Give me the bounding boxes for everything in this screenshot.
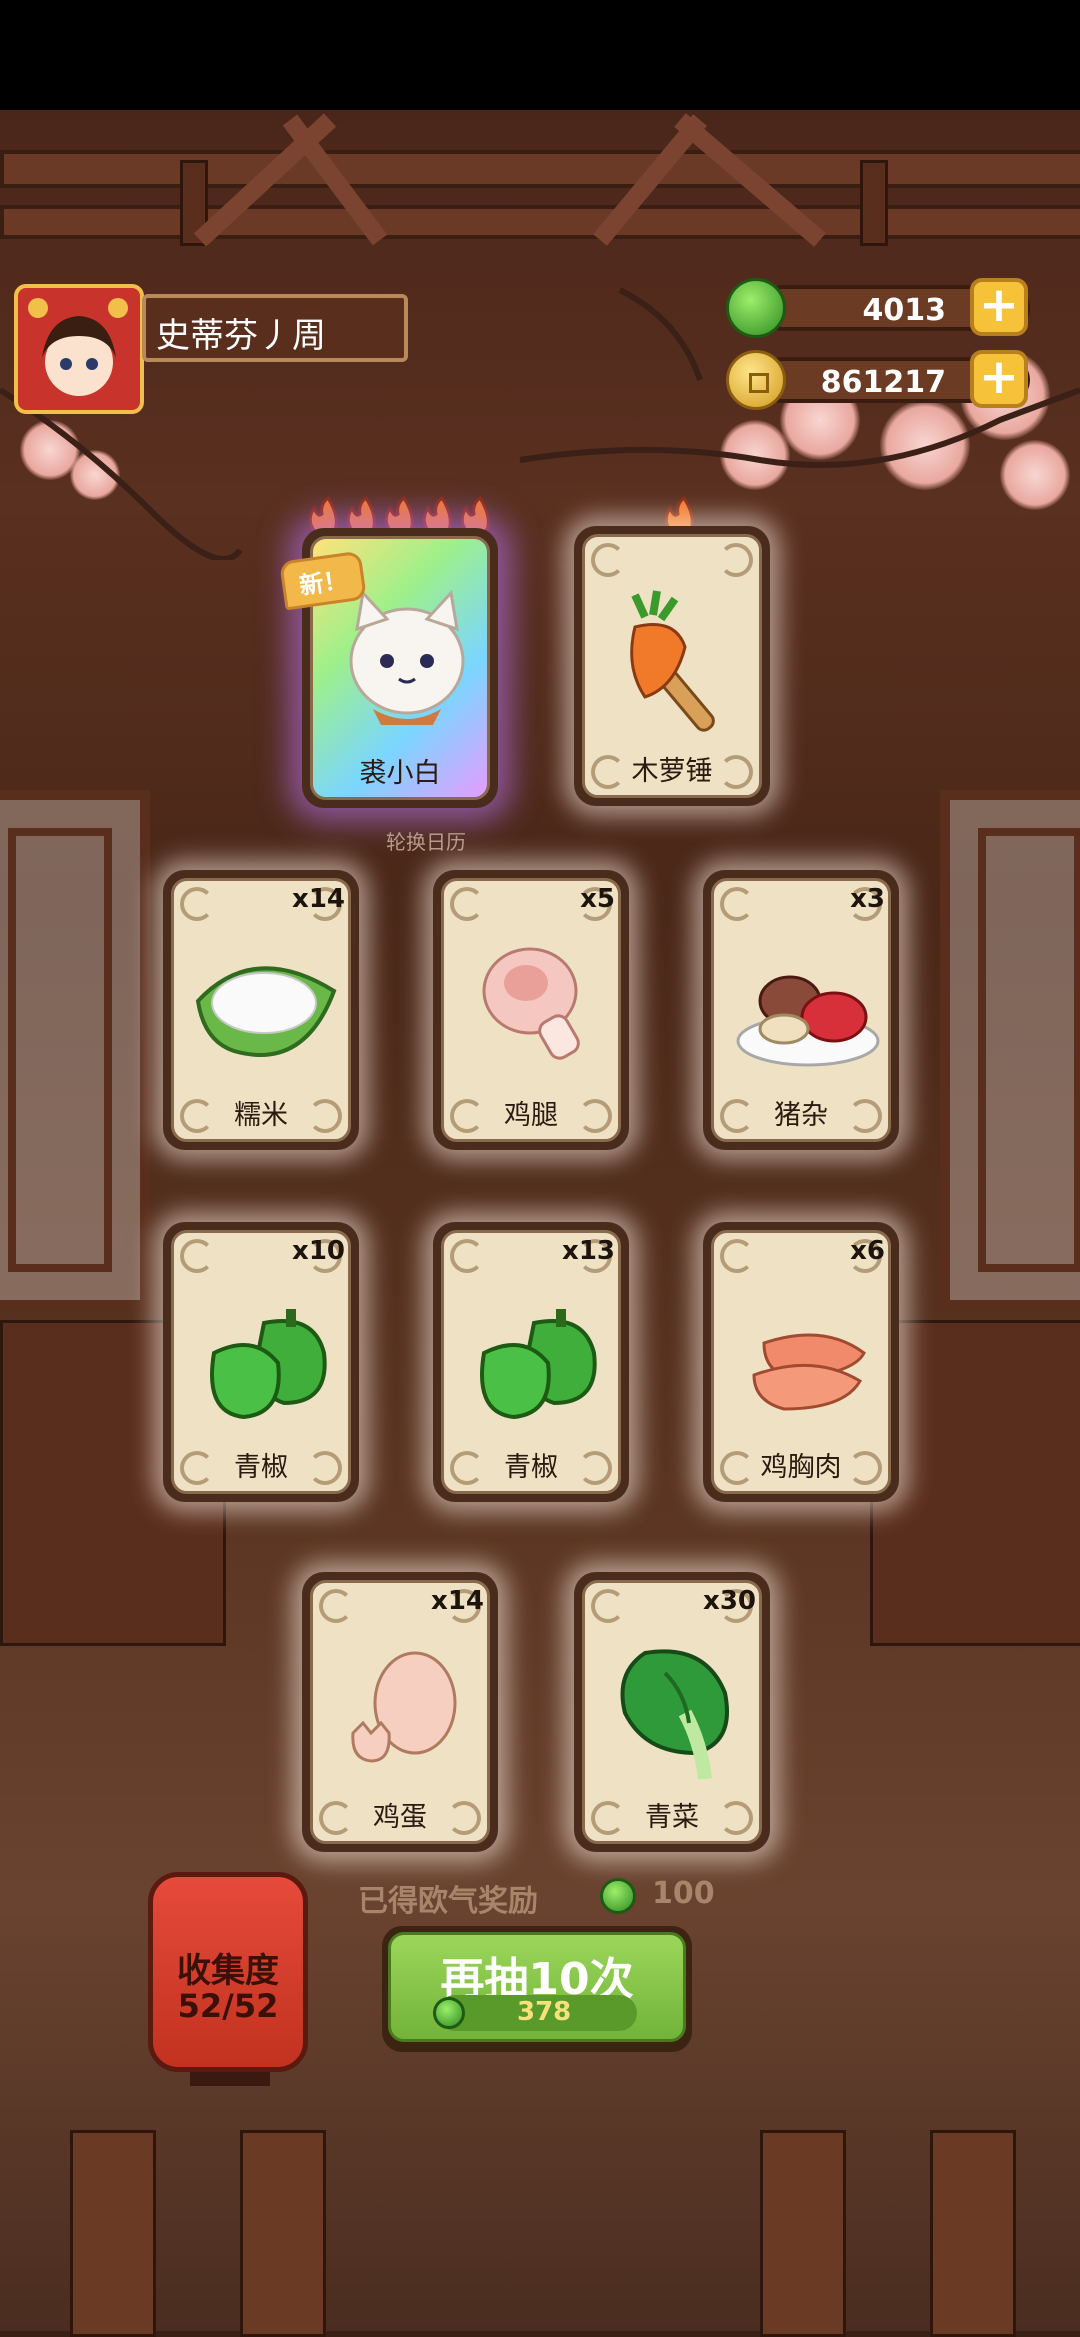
- green-pepper-icon: [210, 1309, 327, 1420]
- item-count: x14: [292, 884, 345, 914]
- collection-progress: 52/52: [177, 1987, 279, 2025]
- greens-icon: [620, 1649, 729, 1780]
- cost-pill: 378: [433, 1995, 637, 2031]
- item-card[interactable]: x13 青椒: [433, 1222, 629, 1502]
- chicken-breast-icon: [752, 1333, 866, 1411]
- fence-post: [240, 2130, 326, 2337]
- item-card[interactable]: x6 鸡胸肉: [703, 1222, 899, 1502]
- item-count: x5: [580, 884, 615, 914]
- item-count: x13: [562, 1236, 615, 1266]
- item-label: 青椒: [504, 1452, 558, 1483]
- item-label: 糯米: [234, 1100, 288, 1131]
- item-count: x3: [850, 884, 885, 914]
- right-cabinet: [870, 1320, 1080, 1646]
- add-jade-button[interactable]: +: [970, 278, 1028, 336]
- jade-icon: [600, 1878, 636, 1914]
- item-card[interactable]: x14 糯米: [163, 870, 359, 1150]
- item-card[interactable]: x3 猪杂: [703, 870, 899, 1150]
- draw-again-button[interactable]: 再抽10次 378: [382, 1926, 692, 2052]
- player-name-plate: 史蒂芬丿周: [142, 294, 408, 362]
- collection-lantern[interactable]: 收集度 52/52: [148, 1872, 308, 2072]
- avatar[interactable]: [14, 284, 144, 414]
- collection-title: 收集度: [177, 1951, 279, 1991]
- card-label: 裘小白: [359, 758, 441, 789]
- coin-amount: 861217: [820, 365, 946, 400]
- reward-card-featured[interactable]: 裘小白 新！: [278, 528, 498, 808]
- item-count: x10: [292, 1236, 345, 1266]
- item-card[interactable]: x14 鸡蛋: [302, 1572, 498, 1852]
- item-label: 猪杂: [774, 1100, 828, 1131]
- green-pepper-icon: [480, 1309, 597, 1420]
- cat-character-icon: [349, 589, 465, 725]
- fence-post: [930, 2130, 1016, 2337]
- offal-icon: [736, 975, 880, 1067]
- item-count: x6: [850, 1236, 885, 1266]
- avatar-portrait-icon: [28, 298, 128, 396]
- rice-icon: [195, 966, 337, 1057]
- carrot-hammer-icon: [630, 590, 715, 732]
- roof-truss: [193, 113, 826, 247]
- item-label: 鸡胸肉: [760, 1452, 842, 1483]
- reward-label: 已得欧气奖励: [358, 1884, 538, 1919]
- jade-icon: [726, 278, 786, 338]
- fence-post: [70, 2130, 156, 2337]
- left-window: [0, 790, 150, 1310]
- lantern-base: [190, 2072, 270, 2086]
- drumstick-icon: [482, 947, 580, 1060]
- item-count: x30: [703, 1586, 756, 1616]
- jade-icon: [433, 1997, 465, 2029]
- reward-line: 已得欧气奖励 100: [358, 1876, 738, 1919]
- item-count: x14: [431, 1586, 484, 1616]
- item-label: 青椒: [234, 1452, 288, 1483]
- card-label: 木萝锤: [631, 756, 713, 787]
- item-card[interactable]: x30 青菜: [574, 1572, 770, 1852]
- draw-cost: 378: [517, 1997, 572, 2027]
- egg-icon: [351, 1651, 457, 1763]
- fence-post: [760, 2130, 846, 2337]
- item-card[interactable]: x10 青椒: [163, 1222, 359, 1502]
- right-window: [940, 790, 1080, 1310]
- hint-text: 轮换日历: [386, 830, 466, 854]
- add-coin-button[interactable]: +: [970, 350, 1028, 408]
- coin-icon: [726, 350, 786, 410]
- item-card[interactable]: x5 鸡腿: [433, 870, 629, 1150]
- item-label: 青菜: [645, 1802, 699, 1833]
- player-name: 史蒂芬丿周: [156, 316, 326, 356]
- jade-amount: 4013: [862, 293, 947, 328]
- reward-value: 100: [652, 1876, 715, 1911]
- item-label: 鸡蛋: [373, 1802, 427, 1833]
- reward-card[interactable]: 木萝锤: [574, 526, 770, 806]
- item-label: 鸡腿: [504, 1100, 558, 1131]
